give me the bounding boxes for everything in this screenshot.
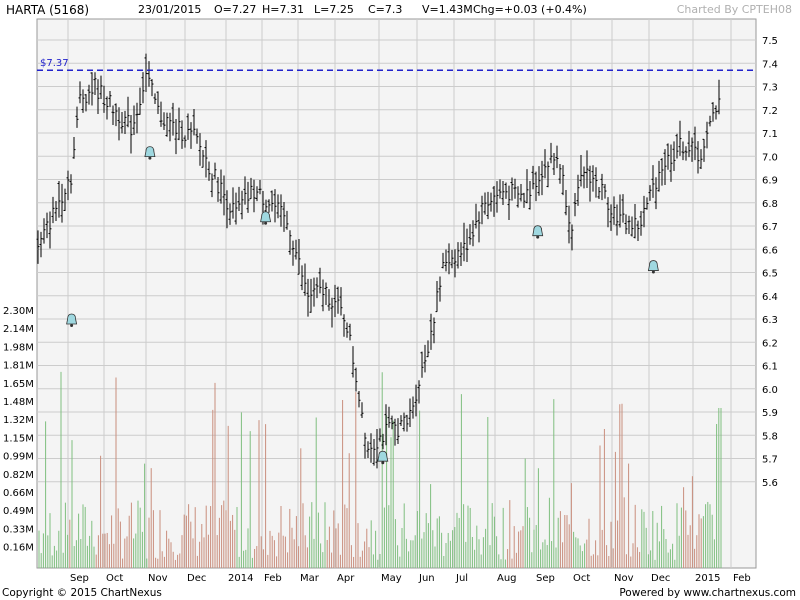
time-tick-label: Dec bbox=[651, 573, 670, 584]
volume-value: V=1.43M bbox=[422, 3, 473, 16]
time-tick-label: Nov bbox=[148, 573, 168, 584]
price-tick-label: 5.6 bbox=[762, 478, 778, 489]
price-tick-label: 7.3 bbox=[762, 83, 778, 94]
charted-by-label: Charted By CPTEH08 bbox=[676, 3, 792, 16]
price-tick-label: 6.2 bbox=[762, 338, 778, 349]
volume-tick-label: 1.48M bbox=[3, 397, 34, 408]
bell-clapper bbox=[651, 270, 655, 274]
time-tick-label: Oct bbox=[573, 573, 590, 584]
price-tick-label: 5.9 bbox=[762, 408, 778, 419]
time-tick-label: Dec bbox=[187, 573, 206, 584]
stock-chart: 7.5 7.4 7.3 7.2 7.1 7.0 6.9 6.8 6.7 6.6 6.5 6.4 6.3 6… bbox=[0, 0, 800, 600]
bell-body bbox=[260, 211, 272, 223]
volume-tick-label: 2.30M bbox=[3, 306, 34, 317]
bell-body bbox=[647, 260, 659, 271]
volume-tick-label: 0.33M bbox=[3, 524, 34, 535]
price-tick-label: 6.5 bbox=[762, 269, 778, 280]
bell-clapper bbox=[536, 235, 540, 239]
time-tick-label: Nov bbox=[614, 573, 634, 584]
volume-tick-label: 0.49M bbox=[3, 506, 34, 517]
price-tick-label: 5.8 bbox=[762, 431, 778, 442]
bell-body bbox=[532, 225, 544, 237]
time-tick-label: Jul bbox=[455, 573, 468, 584]
bell-clapper bbox=[381, 461, 385, 465]
volume-tick-label: 0.82M bbox=[3, 470, 34, 481]
copyright-text: Copyright © 2015 ChartNexus bbox=[2, 587, 162, 599]
price-tick-label: 6.1 bbox=[762, 362, 778, 373]
time-tick-label: Sep bbox=[536, 573, 555, 584]
time-tick-label: Aug bbox=[497, 573, 517, 584]
price-tick-label: 7.2 bbox=[762, 106, 778, 117]
time-tick-label: Oct bbox=[106, 573, 123, 584]
volume-tick-label: 1.15M bbox=[3, 433, 34, 444]
time-tick-label: Mar bbox=[300, 573, 320, 584]
time-tick-label: 2014 bbox=[228, 573, 253, 584]
close-value: C=7.3 bbox=[368, 3, 403, 16]
price-tick-label: 7.4 bbox=[762, 59, 778, 70]
volume-tick-label: 2.14M bbox=[3, 324, 34, 335]
time-tick-label: 2015 bbox=[695, 573, 720, 584]
bell-clapper bbox=[70, 324, 74, 328]
volume-tick-label: 0.16M bbox=[3, 543, 34, 554]
time-tick-label: Feb bbox=[733, 573, 751, 584]
open-value: O=7.27 bbox=[214, 3, 257, 16]
chart-canvas: 7.5 7.4 7.3 7.2 7.1 7.0 6.9 6.8 6.7 6.6 6.5 6.4 6.3 6… bbox=[3, 18, 778, 584]
high-value: H=7.31 bbox=[262, 3, 304, 16]
volume-tick-label: 1.98M bbox=[3, 342, 34, 353]
price-tick-label: 6.6 bbox=[762, 245, 778, 256]
volume-tick-label: 0.66M bbox=[3, 488, 34, 499]
volume-tick-label: 1.81M bbox=[3, 361, 34, 372]
change-value: Chg=+0.03 (+0.4%) bbox=[473, 3, 587, 16]
price-tick-label: 5.7 bbox=[762, 455, 778, 466]
time-tick-label: Sep bbox=[70, 573, 89, 584]
volume-tick-label: 1.32M bbox=[3, 415, 34, 426]
time-tick-label: Feb bbox=[264, 573, 282, 584]
price-tick-label: 7.0 bbox=[762, 152, 778, 163]
low-value: L=7.25 bbox=[314, 3, 354, 16]
volume-tick-label: 0.99M bbox=[3, 452, 34, 463]
reference-price-label: $7.37 bbox=[40, 58, 69, 69]
price-tick-label: 6.3 bbox=[762, 315, 778, 326]
price-tick-label: 6.8 bbox=[762, 199, 778, 210]
price-tick-label: 6.4 bbox=[762, 292, 778, 303]
quote-date: 23/01/2015 bbox=[138, 3, 202, 16]
time-tick-label: Apr bbox=[337, 573, 355, 584]
price-tick-label: 7.1 bbox=[762, 129, 778, 140]
volume-tick-label: 1.65M bbox=[3, 379, 34, 390]
price-tick-label: 6.0 bbox=[762, 385, 778, 396]
price-tick-label: 7.5 bbox=[762, 36, 778, 47]
time-tick-label: Jun bbox=[418, 573, 435, 584]
bell-clapper bbox=[264, 221, 268, 225]
price-tick-label: 6.9 bbox=[762, 176, 778, 187]
bell-body bbox=[377, 450, 389, 462]
bell-body bbox=[144, 146, 156, 158]
bell-body bbox=[66, 313, 78, 325]
powered-by-text: Powered by www.chartnexus.com bbox=[619, 587, 796, 599]
time-tick-label: May bbox=[381, 573, 402, 584]
price-tick-label: 6.7 bbox=[762, 222, 778, 233]
bell-clapper bbox=[148, 156, 152, 160]
ticker-label: HARTA (5168) bbox=[6, 3, 90, 17]
